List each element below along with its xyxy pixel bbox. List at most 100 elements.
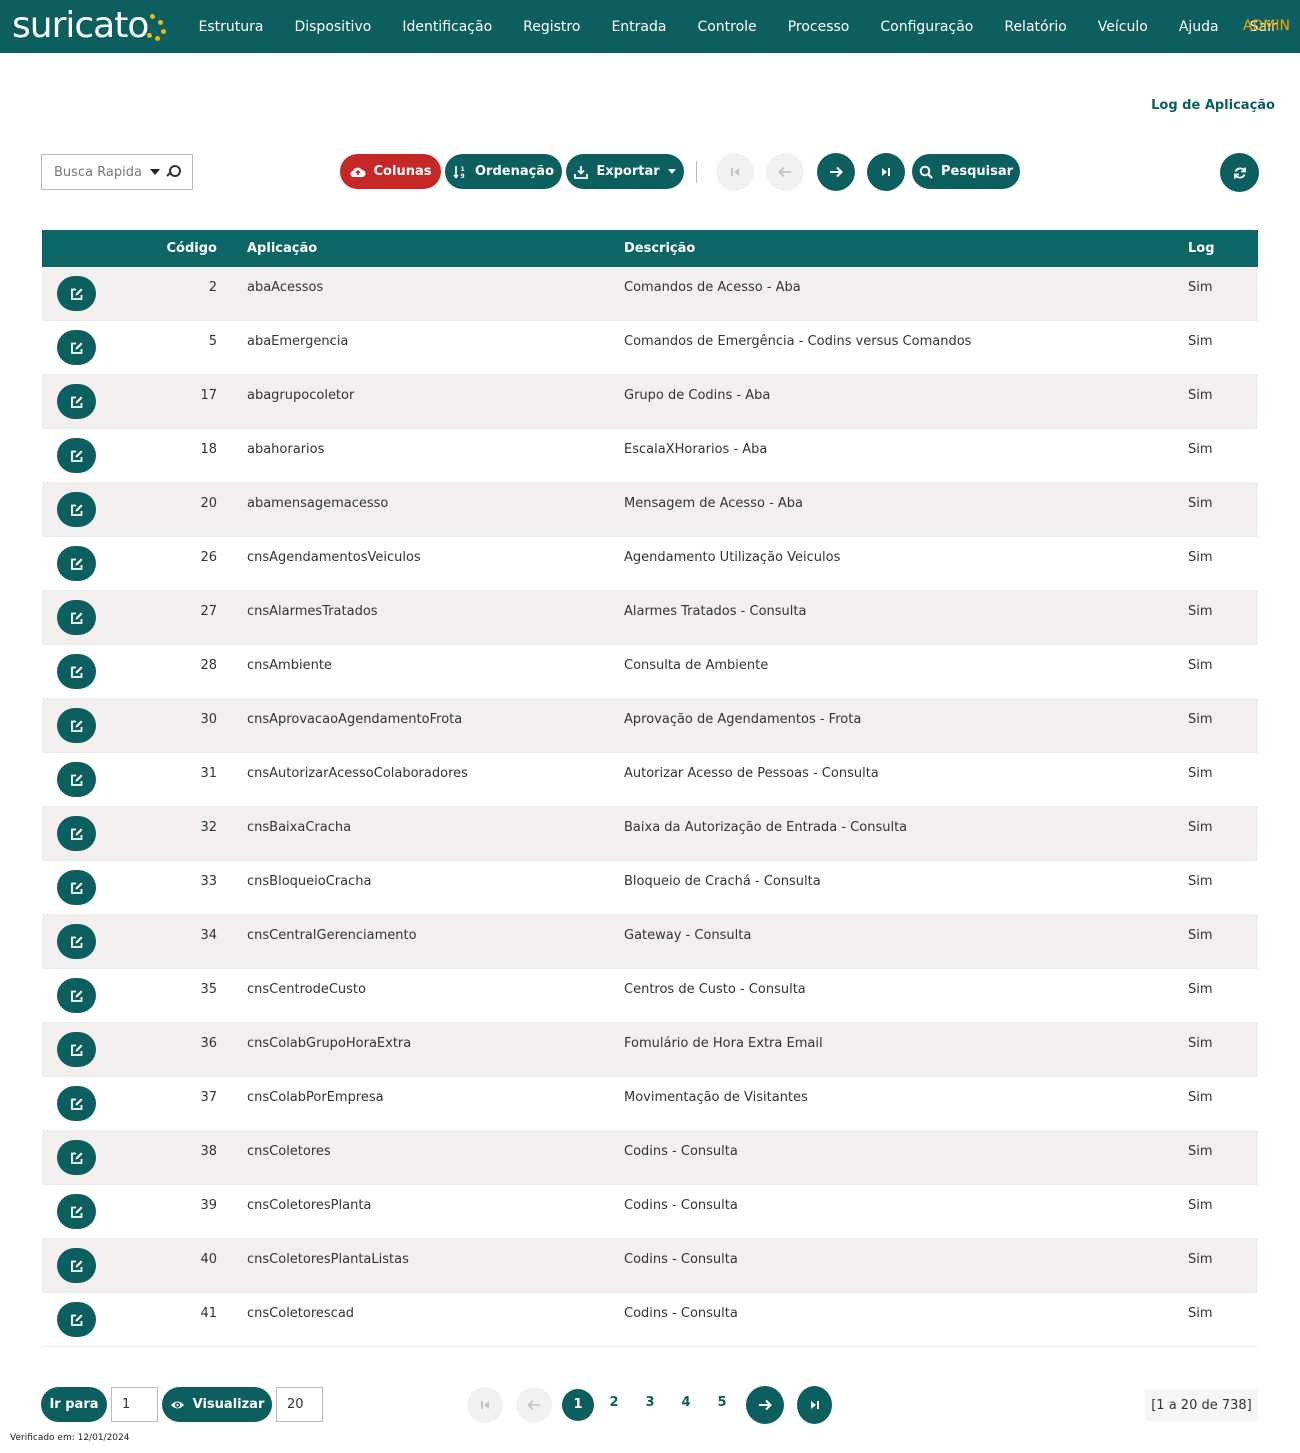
- edit-button[interactable]: [57, 816, 96, 851]
- header-log[interactable]: Log: [1188, 241, 1215, 256]
- records-range-info: [1 a 20 de 738]: [1145, 1389, 1258, 1421]
- edit-icon: [70, 1206, 82, 1218]
- edit-button[interactable]: [57, 1302, 96, 1337]
- footer-previous-page-button[interactable]: [516, 1387, 552, 1423]
- header-description[interactable]: Descrição: [624, 241, 695, 256]
- menu-configuracao[interactable]: Configuração: [865, 19, 989, 35]
- table-row: 5 abaEmergencia Comandos de Emergência - C…: [42, 321, 1258, 375]
- columns-button[interactable]: Colunas: [340, 154, 441, 189]
- page-3[interactable]: 3: [640, 1395, 660, 1410]
- goto-page-input[interactable]: [111, 1387, 158, 1422]
- edit-icon: [70, 612, 82, 624]
- previous-page-button[interactable]: [766, 153, 804, 191]
- cell-log: Sim: [1188, 928, 1213, 943]
- menu-controle[interactable]: Controle: [682, 19, 772, 35]
- svg-text:1: 1: [460, 166, 464, 173]
- suricato-logo[interactable]: suricato: [12, 2, 168, 50]
- view-rows-button[interactable]: Visualizar: [162, 1387, 272, 1422]
- edit-button[interactable]: [57, 1032, 96, 1067]
- first-page-button[interactable]: [716, 153, 754, 191]
- search-icon[interactable]: [166, 165, 181, 179]
- edit-button[interactable]: [57, 600, 96, 635]
- cell-description: Comandos de Emergência - Codins versus C…: [624, 334, 972, 349]
- menu-relatorio[interactable]: Relatório: [989, 19, 1082, 35]
- first-page-icon: [481, 1401, 489, 1409]
- cell-description: Comandos de Acesso - Aba: [624, 280, 801, 295]
- last-page-button[interactable]: [867, 153, 905, 191]
- refresh-button[interactable]: [1220, 153, 1259, 192]
- menu-processo[interactable]: Processo: [772, 19, 865, 35]
- table-row: 20 abamensagemacesso Mensagem de Acesso - …: [42, 483, 1258, 537]
- page-1[interactable]: 1: [562, 1389, 594, 1421]
- page-title: Log de Aplicação: [1151, 98, 1275, 113]
- page-5[interactable]: 5: [712, 1395, 732, 1410]
- cell-description: Mensagem de Acesso - Aba: [624, 496, 803, 511]
- footer-last-page-button[interactable]: [797, 1386, 832, 1424]
- rows-per-page-input[interactable]: [276, 1387, 323, 1422]
- edit-button[interactable]: [57, 384, 96, 419]
- footer-next-page-button[interactable]: [746, 1386, 784, 1424]
- edit-button[interactable]: [57, 654, 96, 689]
- menu-dispositivo[interactable]: Dispositivo: [279, 19, 387, 35]
- edit-button[interactable]: [57, 438, 96, 473]
- edit-button[interactable]: [57, 1140, 96, 1175]
- edit-button[interactable]: [57, 870, 96, 905]
- footer-first-page-button[interactable]: [467, 1387, 503, 1423]
- edit-button[interactable]: [57, 330, 96, 365]
- sort-button[interactable]: 1 9 Ordenação: [445, 154, 562, 189]
- cell-log: Sim: [1188, 334, 1213, 349]
- user-admin-label[interactable]: ADMIN: [1243, 18, 1290, 34]
- cell-application: cnsBaixaCracha: [247, 820, 352, 835]
- edit-button[interactable]: [57, 1086, 96, 1121]
- cell-code: 2: [208, 280, 217, 295]
- cell-code: 20: [200, 496, 217, 511]
- cell-description: EscalaXHorarios - Aba: [624, 442, 768, 457]
- caret-down-icon[interactable]: [150, 169, 160, 175]
- cell-log: Sim: [1188, 388, 1213, 403]
- columns-label: Colunas: [373, 164, 432, 179]
- cell-application: cnsBloqueioCracha: [247, 874, 372, 889]
- page-4[interactable]: 4: [676, 1395, 696, 1410]
- edit-button[interactable]: [57, 1194, 96, 1229]
- cell-log: Sim: [1188, 820, 1213, 835]
- edit-button[interactable]: [57, 276, 96, 311]
- sort-numeric-icon: 1 9: [453, 165, 465, 179]
- edit-icon: [70, 504, 82, 516]
- export-button[interactable]: Exportar: [566, 154, 684, 189]
- cell-description: Gateway - Consulta: [624, 928, 752, 943]
- edit-button[interactable]: [57, 1248, 96, 1283]
- quick-search-input[interactable]: [54, 164, 144, 180]
- edit-button[interactable]: [57, 978, 96, 1013]
- edit-button[interactable]: [57, 924, 96, 959]
- edit-button[interactable]: [57, 762, 96, 797]
- table-row: 40 cnsColetoresPlantaListas Codins - Consu…: [42, 1239, 1258, 1293]
- cell-application: abaAcessos: [247, 280, 324, 295]
- edit-icon: [70, 1260, 82, 1272]
- menu-ajuda[interactable]: Ajuda: [1163, 19, 1234, 35]
- main-menu: Estrutura Dispositivo Identificação Regi…: [183, 0, 1292, 53]
- edit-button[interactable]: [57, 708, 96, 743]
- edit-button[interactable]: [57, 546, 96, 581]
- menu-identificacao[interactable]: Identificação: [387, 19, 508, 35]
- next-page-button[interactable]: [817, 153, 855, 191]
- table-row: 38 cnsColetores Codins - Consulta Sim: [42, 1131, 1258, 1185]
- goto-page-button[interactable]: Ir para: [41, 1387, 107, 1422]
- header-code[interactable]: Código: [142, 241, 217, 256]
- page-2[interactable]: 2: [604, 1395, 624, 1410]
- edit-button[interactable]: [57, 492, 96, 527]
- menu-registro[interactable]: Registro: [508, 19, 596, 35]
- search-button[interactable]: Pesquisar: [912, 154, 1020, 189]
- menu-entrada[interactable]: Entrada: [596, 19, 682, 35]
- edit-icon: [70, 882, 82, 894]
- top-navbar: suricato Estrutura Dispositivo Identific…: [0, 0, 1300, 53]
- table-row: 35 cnsCentrodeCusto Centros de Custo - Con…: [42, 969, 1258, 1023]
- arrow-right-icon: [830, 166, 843, 178]
- menu-veiculo[interactable]: Veículo: [1082, 19, 1163, 35]
- cell-log: Sim: [1188, 712, 1213, 727]
- menu-estrutura[interactable]: Estrutura: [183, 19, 279, 35]
- table-row: 41 cnsColetorescad Codins - Consulta Sim: [42, 1293, 1258, 1347]
- table-row: 27 cnsAlarmesTratados Alarmes Tratados - C…: [42, 591, 1258, 645]
- header-application[interactable]: Aplicação: [247, 241, 317, 256]
- cell-description: Codins - Consulta: [624, 1306, 738, 1321]
- cell-description: Grupo de Codins - Aba: [624, 388, 771, 403]
